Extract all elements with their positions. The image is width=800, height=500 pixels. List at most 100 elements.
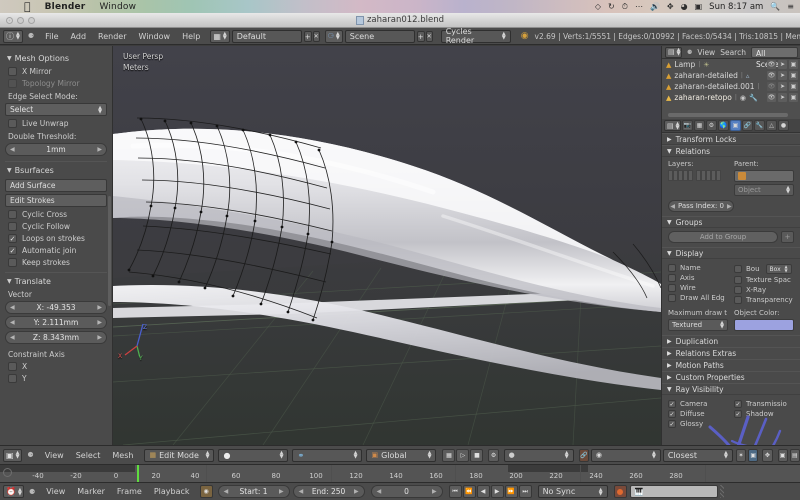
tab-constraints[interactable]: 🔗 [742, 120, 753, 131]
lamp-data-icon[interactable]: ☀ [703, 61, 709, 69]
select-snap-target[interactable]: Closest ▲▼ [663, 449, 733, 462]
field-pass-index[interactable]: ◀ Pass Index: 0 ▶ [668, 200, 734, 212]
cursor-icon[interactable]: ➤ [778, 71, 787, 80]
checkbox-ray-diffuse[interactable]: ✓ Diffuse [668, 410, 728, 418]
checkbox-topology-mirror[interactable]: Topology Mirror [8, 79, 107, 88]
outliner-row-lamp[interactable]: ▲ Lamp | ☀ 👁 ➤ ▣ [662, 59, 800, 70]
select-pivot-point[interactable]: ⚭ ▲▼ [292, 449, 362, 462]
mesh-data-icon[interactable]: ▵ [746, 72, 750, 80]
outliner-row-zaharan-detailed[interactable]: ▲ zaharan-detailed | ▵ 👁 ➤ ▣ [662, 70, 800, 81]
next-keyframe-icon[interactable]: ⏩ [505, 485, 518, 498]
camera-icon[interactable]: ▣ [789, 93, 798, 102]
panel-header-bsurfaces[interactable]: ▼ Bsurfaces [7, 166, 107, 175]
timeline-menu-marker[interactable]: Marker [71, 483, 111, 500]
chevron-right-icon[interactable]: ▶ [97, 319, 102, 326]
jump-end-icon[interactable]: ⏭ [519, 485, 532, 498]
cursor-icon[interactable]: ➤ [778, 60, 787, 69]
field-double-threshold[interactable]: ◀ 1mm ▶ [5, 143, 107, 156]
menu-help[interactable]: Help [176, 28, 206, 45]
3dview-editor-icon[interactable]: ▣ ▲▼ [3, 449, 22, 462]
timeline-playhead[interactable] [137, 465, 139, 482]
field-end-frame[interactable]: ◀ End: 250 ▶ [293, 485, 365, 498]
apple-icon[interactable]:  [24, 0, 31, 13]
checkbox-display-name[interactable]: Name [668, 264, 728, 272]
select-transform-orientation[interactable]: ▣ Global ▲▼ [366, 449, 436, 462]
outliner-row-zaharan-detailed-001[interactable]: ▲ zaharan-detailed.001 | 👁 ➤ ▣ [662, 81, 800, 92]
select-maximum-draw-type[interactable]: Textured ▲▼ [668, 319, 728, 331]
volume-icon[interactable]: 🔊 [650, 2, 660, 11]
tab-object[interactable]: ▣ [730, 120, 741, 131]
checkbox-display-transparency[interactable]: Transparency [734, 296, 794, 304]
screen-add-button[interactable]: + [304, 31, 312, 42]
vertex-select-icon[interactable]: ▦ [442, 449, 455, 462]
chevron-right-icon[interactable]: ▶ [97, 146, 102, 153]
mesh-data-icon[interactable]: ◉ [740, 94, 746, 102]
field-vector-z[interactable]: ◀ Z: 8.343mm ▶ [5, 331, 107, 344]
timeline-menu-frame[interactable]: Frame [111, 483, 148, 500]
tab-render[interactable]: 📷 [682, 120, 693, 131]
checkbox-display-texture-space[interactable]: Texture Spac [734, 276, 794, 284]
scene-add-button[interactable]: + [417, 31, 425, 42]
snap-project-icon[interactable]: ✶ [736, 449, 746, 462]
outliner-menu-view[interactable]: View [697, 48, 715, 57]
snap-peel-icon[interactable]: ▣ [748, 449, 758, 462]
chevron-right-icon[interactable]: ▶ [279, 488, 284, 495]
chevron-left-icon[interactable]: ◀ [10, 334, 15, 341]
checkbox-display-xray[interactable]: X-Ray [734, 286, 794, 294]
dots-icon[interactable]: ⋯ [635, 2, 643, 11]
modifier-icon[interactable]: 🔧 [749, 94, 758, 102]
menu-file[interactable]: File [39, 28, 64, 45]
field-vector-y[interactable]: ◀ Y: 2.111mm ▶ [5, 316, 107, 329]
record-icon[interactable] [614, 485, 627, 498]
tab-scene[interactable]: ⚙ [706, 120, 717, 131]
select-sync-mode[interactable]: No Sync ▲▼ [538, 485, 608, 498]
outliner-editor[interactable]: ▤ ▲▼ ⚈ View Search All Scenes ▲ Lamp | ☀… [662, 46, 800, 119]
checkbox-display-bounds[interactable]: Bou Box ▲▼ [734, 264, 794, 274]
cursor-icon[interactable]: ➤ [778, 82, 787, 91]
menu-render[interactable]: Render [92, 28, 132, 45]
chevron-left-icon[interactable]: ◀ [10, 146, 15, 153]
camera-icon[interactable]: ▣ [789, 71, 798, 80]
timeline-menu-view[interactable]: View [40, 483, 71, 500]
field-start-frame[interactable]: ◀ Start: 1 ▶ [218, 485, 290, 498]
checkbox-display-axis[interactable]: Axis [668, 274, 728, 282]
collapse-menu-icon[interactable]: ⚈ [687, 49, 692, 56]
timeline-strip[interactable]: -40 -20 0 20 40 60 80 100 120 140 160 18… [0, 465, 800, 482]
screen-delete-button[interactable]: ✕ [313, 31, 320, 42]
viewport-3d[interactable]: User Persp Meters (0) zaharan-retopo Z Y… [113, 46, 661, 445]
checkbox-x-mirror[interactable]: X Mirror [8, 67, 107, 76]
outliner-menu-search[interactable]: Search [720, 48, 746, 57]
plus-icon[interactable]: + [781, 231, 794, 243]
checkbox-loops-on-strokes[interactable]: ✓ Loops on strokes [8, 234, 107, 243]
properties-editor[interactable]: ▤ ▲▼ 📷 ▦ ⚙ 🌎 ▣ 🔗 🔧 △ ● ▶ Transform [662, 119, 800, 445]
outliner-row-zaharan-retopo[interactable]: ▲ zaharan-retopo | ◉ 🔧 👁 ➤ ▣ [662, 92, 800, 103]
select-bound-type[interactable]: Box ▲▼ [766, 264, 792, 274]
section-motion-paths[interactable]: ▶ Motion Paths [662, 359, 800, 371]
dropbox-icon[interactable]: ◇ [595, 2, 601, 11]
checkbox-automatic-join[interactable]: ✓ Automatic join [8, 246, 107, 255]
prev-keyframe-icon[interactable]: ⏪ [463, 485, 476, 498]
camera-icon[interactable]: ▣ [789, 82, 798, 91]
field-current-frame[interactable]: ◀ 0 ▶ [371, 485, 443, 498]
object-color-swatch[interactable] [734, 319, 794, 331]
timeline-menu-playback[interactable]: Playback [148, 483, 196, 500]
scene-icon[interactable]: ⚆ ▲▼ [325, 30, 343, 43]
field-keying-set[interactable]: 🎹 [630, 485, 718, 498]
checkbox-display-draw-all-edges[interactable]: Draw All Edg [668, 294, 728, 302]
collapse-menu-icon[interactable]: ⚈ [27, 451, 33, 459]
collapse-menu-icon[interactable]: ⚈ [29, 488, 35, 496]
scene-name-field[interactable]: Scene [345, 30, 415, 43]
field-vector-x[interactable]: ◀ X: -49.353 ▶ [5, 301, 107, 314]
section-transform-locks[interactable]: ▶ Transform Locks [662, 133, 800, 145]
search-icon[interactable]: 🔍 [770, 2, 780, 11]
camera-icon[interactable]: ▣ [789, 60, 798, 69]
info-editor-icon[interactable]: ⓘ ▲▼ [3, 30, 23, 43]
button-add-to-group[interactable]: Add to Group [668, 231, 778, 243]
timeline-editor-icon[interactable]: ⏰ ▲▼ [3, 485, 24, 498]
panel-header-mesh-options[interactable]: ▼ Mesh Options [7, 54, 107, 63]
toolshelf-scrollbar[interactable] [108, 196, 111, 306]
edge-select-icon[interactable]: ▷ [456, 449, 469, 462]
face-select-icon[interactable]: ■ [470, 449, 483, 462]
checkbox-ray-shadow[interactable]: ✓ Shadow [734, 410, 794, 418]
timeline-corner-icon[interactable] [3, 468, 12, 477]
